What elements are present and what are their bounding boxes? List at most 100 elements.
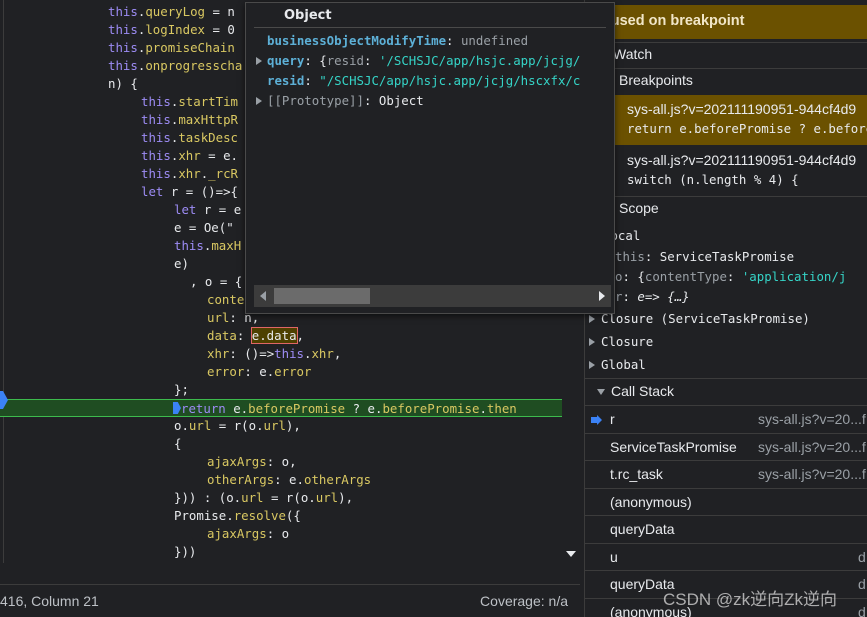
code-token: conte [207, 292, 245, 307]
scope-closure[interactable]: Closure [585, 332, 653, 352]
code-token: : [236, 328, 252, 343]
code-token: promiseChain [145, 40, 235, 55]
section-breakpoints[interactable]: Breakpoints [585, 68, 867, 92]
scroll-thumb[interactable] [274, 288, 370, 304]
code-line[interactable]: })) [0, 543, 562, 561]
collapse-icon [597, 389, 605, 395]
code-line[interactable]: Promise.resolve({ [0, 507, 562, 525]
expand-icon[interactable] [256, 57, 262, 65]
code-token: xhr [178, 148, 201, 163]
debugger-sidebar: Paused on breakpoint Watch Breakpoints s… [584, 0, 867, 617]
scroll-left-icon[interactable] [260, 291, 266, 301]
code-token: xhr [207, 346, 230, 361]
code-token: = e. [200, 148, 239, 163]
frame-location[interactable]: d [858, 599, 866, 617]
code-token: let [174, 202, 197, 217]
code-line[interactable]: xhr: ()=>this.xhr, [0, 345, 562, 363]
code-token: url [263, 418, 286, 433]
code-token: url [207, 310, 230, 325]
code-token: , [296, 328, 304, 343]
expand-icon [589, 361, 595, 369]
code-line[interactable]: { [0, 435, 562, 453]
code-line[interactable]: o.url = r(o.url), [0, 417, 562, 435]
code-token: resolve [233, 508, 286, 523]
code-token: otherArgs [303, 472, 372, 487]
code-token: this [141, 148, 171, 163]
cursor-position[interactable]: 416, Column 21 [0, 593, 99, 609]
code-token: this [108, 4, 138, 19]
frame-location[interactable]: sys-all.js?v=20...f [758, 461, 866, 488]
code-token: e) [174, 256, 189, 271]
code-line[interactable]: })) : (o.url = r(o.url), [0, 489, 562, 507]
paused-banner: Paused on breakpoint [585, 5, 867, 39]
code-token: xhr [311, 346, 334, 361]
code-token: = r(o. [263, 490, 316, 505]
section-call-stack[interactable]: Call Stack [585, 378, 867, 404]
code-token: error [274, 364, 312, 379]
scope-global[interactable]: Global [585, 355, 646, 375]
section-watch[interactable]: Watch [585, 42, 867, 66]
code-token: ), [285, 418, 301, 433]
call-frame[interactable]: r sys-all.js?v=20...f [585, 405, 867, 433]
code-token: = n [205, 4, 235, 19]
code-token: = 0 [205, 22, 235, 37]
breakpoint-item[interactable]: sys-all.js?v=202111190951-944cf4d9 switc… [585, 148, 867, 194]
code-token: r = ()=>{ [163, 184, 238, 199]
code-token: })) : (o. [174, 490, 242, 505]
code-line[interactable]: }; [0, 381, 562, 399]
scope-var-this[interactable]: this: ServiceTaskPromise [615, 247, 794, 267]
scope-var-r[interactable]: r: e=> {…} [615, 287, 690, 307]
call-frame[interactable]: queryData [585, 515, 867, 543]
frame-location[interactable]: sys-all.js?v=20...f [758, 434, 866, 461]
code-token: ajaxArgs [207, 454, 267, 469]
code-token: n) { [108, 76, 138, 91]
property-row: resid: "/SCHSJC/app/hsjc.app/jcjg/hscxfx… [267, 73, 581, 88]
code-token: otherArgs [207, 472, 275, 487]
popover-title: Object [254, 3, 606, 28]
scroll-right-icon[interactable] [599, 291, 605, 301]
call-frame[interactable]: ud [585, 542, 867, 571]
popover-horizontal-scrollbar[interactable] [254, 285, 611, 307]
code-token: : o, [266, 454, 297, 469]
code-token: url [241, 490, 264, 505]
property-row-query[interactable]: query: {resid: '/SCHSJC/app/hsjc.app/jcj… [246, 51, 614, 71]
call-frame[interactable]: t.rc_task sys-all.js?v=20...f [585, 460, 867, 488]
inline-breakpoint-icon[interactable] [173, 402, 181, 414]
scope-var-o[interactable]: o: {contentType: 'application/j [615, 267, 846, 287]
code-line[interactable]: ajaxArgs: o, [0, 453, 562, 471]
call-frame[interactable]: ServiceTaskPromise sys-all.js?v=20...f [585, 432, 867, 461]
code-token: = r(o. [211, 418, 264, 433]
code-token: error [207, 364, 245, 379]
code-token: onprogresscha [145, 58, 243, 73]
code-line[interactable]: ajaxArgs: o [0, 525, 562, 543]
code-token: Promise. [174, 508, 234, 523]
frame-location[interactable]: d [858, 544, 866, 571]
code-token: this [108, 58, 138, 73]
frame-name: t.rc_task [610, 466, 663, 482]
code-token: queryLog [145, 4, 205, 19]
call-frame[interactable]: (anonymous) [585, 487, 867, 516]
frame-location[interactable]: sys-all.js?v=20...f [758, 406, 866, 433]
code-line[interactable]: data: e.data, [0, 327, 562, 345]
breakpoint-item-active[interactable]: sys-all.js?v=202111190951-944cf4d9 retur… [585, 95, 867, 145]
code-line[interactable]: otherArgs: e.otherArgs [0, 471, 562, 489]
scroll-down-icon[interactable] [566, 551, 576, 557]
code-token: . [479, 401, 487, 416]
object-preview-popover: Object businessObjectModifyTime: undefin… [245, 2, 615, 314]
code-token: url [188, 418, 212, 433]
expand-icon[interactable] [256, 97, 262, 105]
property-row-prototype[interactable]: [[Prototype]]: Object [246, 91, 614, 111]
code-token: ({ [285, 508, 301, 523]
code-token: maxH [211, 238, 242, 253]
scope-closure-servicetaskpromise[interactable]: Closure (ServiceTaskPromise) [585, 309, 810, 329]
code-token: e = Oe(" [174, 220, 234, 235]
code-token: , [333, 346, 342, 361]
code-line-current[interactable]: return e.beforePromise ? e.beforePromise… [0, 399, 562, 417]
frame-location[interactable]: d [858, 571, 866, 598]
code-token: let [141, 184, 164, 199]
code-token: taskDesc [178, 130, 238, 145]
section-scope[interactable]: Scope [585, 196, 867, 220]
code-line[interactable]: error: e.error [0, 363, 562, 381]
code-token: startTim [178, 94, 238, 109]
code-token: ? e. [345, 401, 383, 416]
